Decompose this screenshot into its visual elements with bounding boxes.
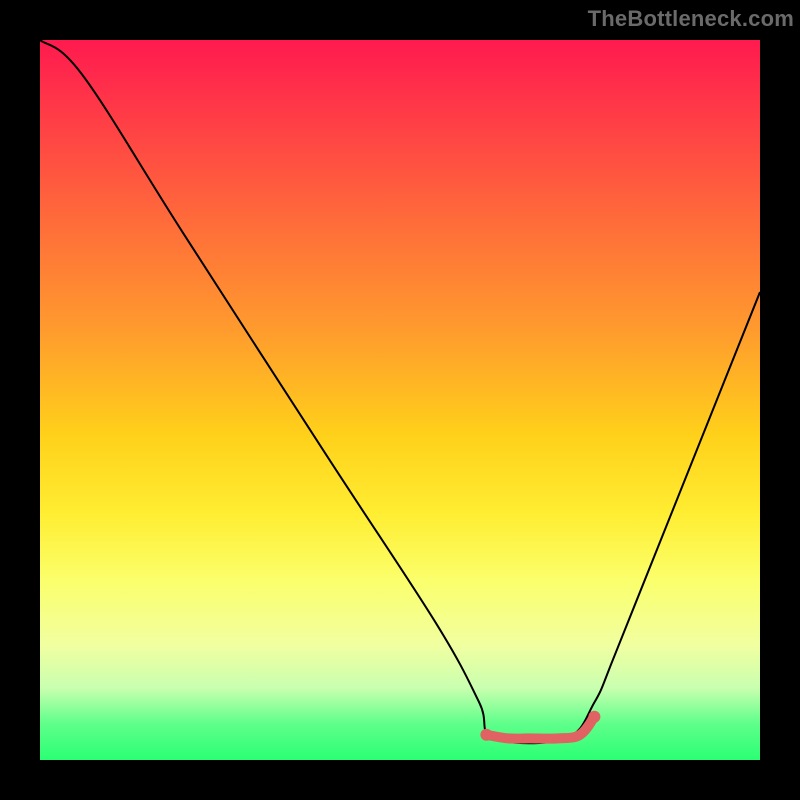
watermark-text: TheBottleneck.com (588, 6, 794, 32)
plot-area (40, 40, 760, 760)
chart-frame: TheBottleneck.com (0, 0, 800, 800)
curve-layer (40, 40, 760, 760)
highlight-band (486, 717, 594, 739)
highlight-endcap-right (588, 711, 600, 723)
bottleneck-curve (40, 40, 760, 743)
highlight-endcap-left (480, 729, 492, 741)
